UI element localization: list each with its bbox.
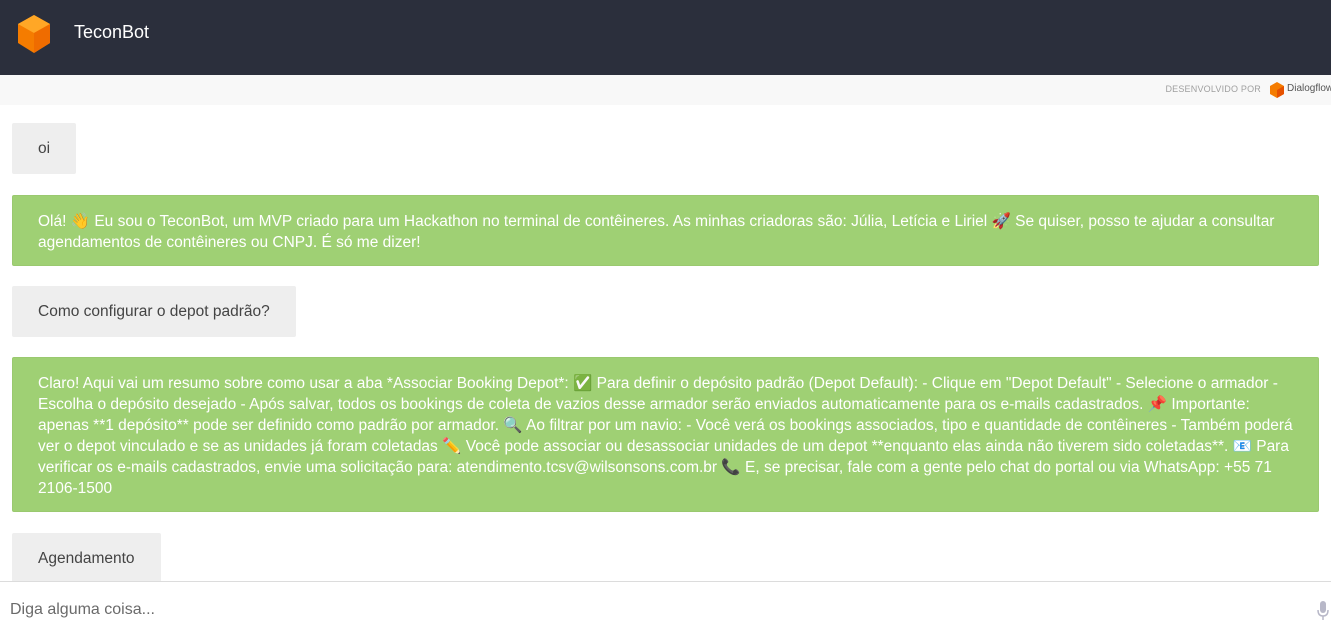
bot-message: Olá! 👋 Eu sou o TeconBot, um MVP criado … [12, 195, 1319, 266]
message-input[interactable] [0, 582, 1300, 637]
microphone-icon[interactable] [1317, 601, 1329, 621]
cube-logo-icon [18, 15, 50, 53]
chat-history[interactable]: oi Olá! 👋 Eu sou o TeconBot, um MVP cria… [0, 105, 1331, 581]
powered-by-label: DESENVOLVIDO POR [1165, 84, 1261, 94]
user-message: oi [12, 123, 77, 174]
dialogflow-icon [1270, 82, 1284, 98]
user-message: Agendamento [12, 533, 161, 581]
app-title: TeconBot [74, 22, 150, 42]
powered-by-bar: DESENVOLVIDO POR Dialogflow [0, 75, 1331, 105]
app-header: TeconBot [0, 0, 1331, 75]
user-message: Como configurar o depot padrão? [12, 286, 296, 337]
message-input-bar [0, 581, 1331, 637]
bot-message: Claro! Aqui vai um resumo sobre como usa… [12, 357, 1319, 512]
dialogflow-brand: Dialogflow [1287, 83, 1331, 94]
